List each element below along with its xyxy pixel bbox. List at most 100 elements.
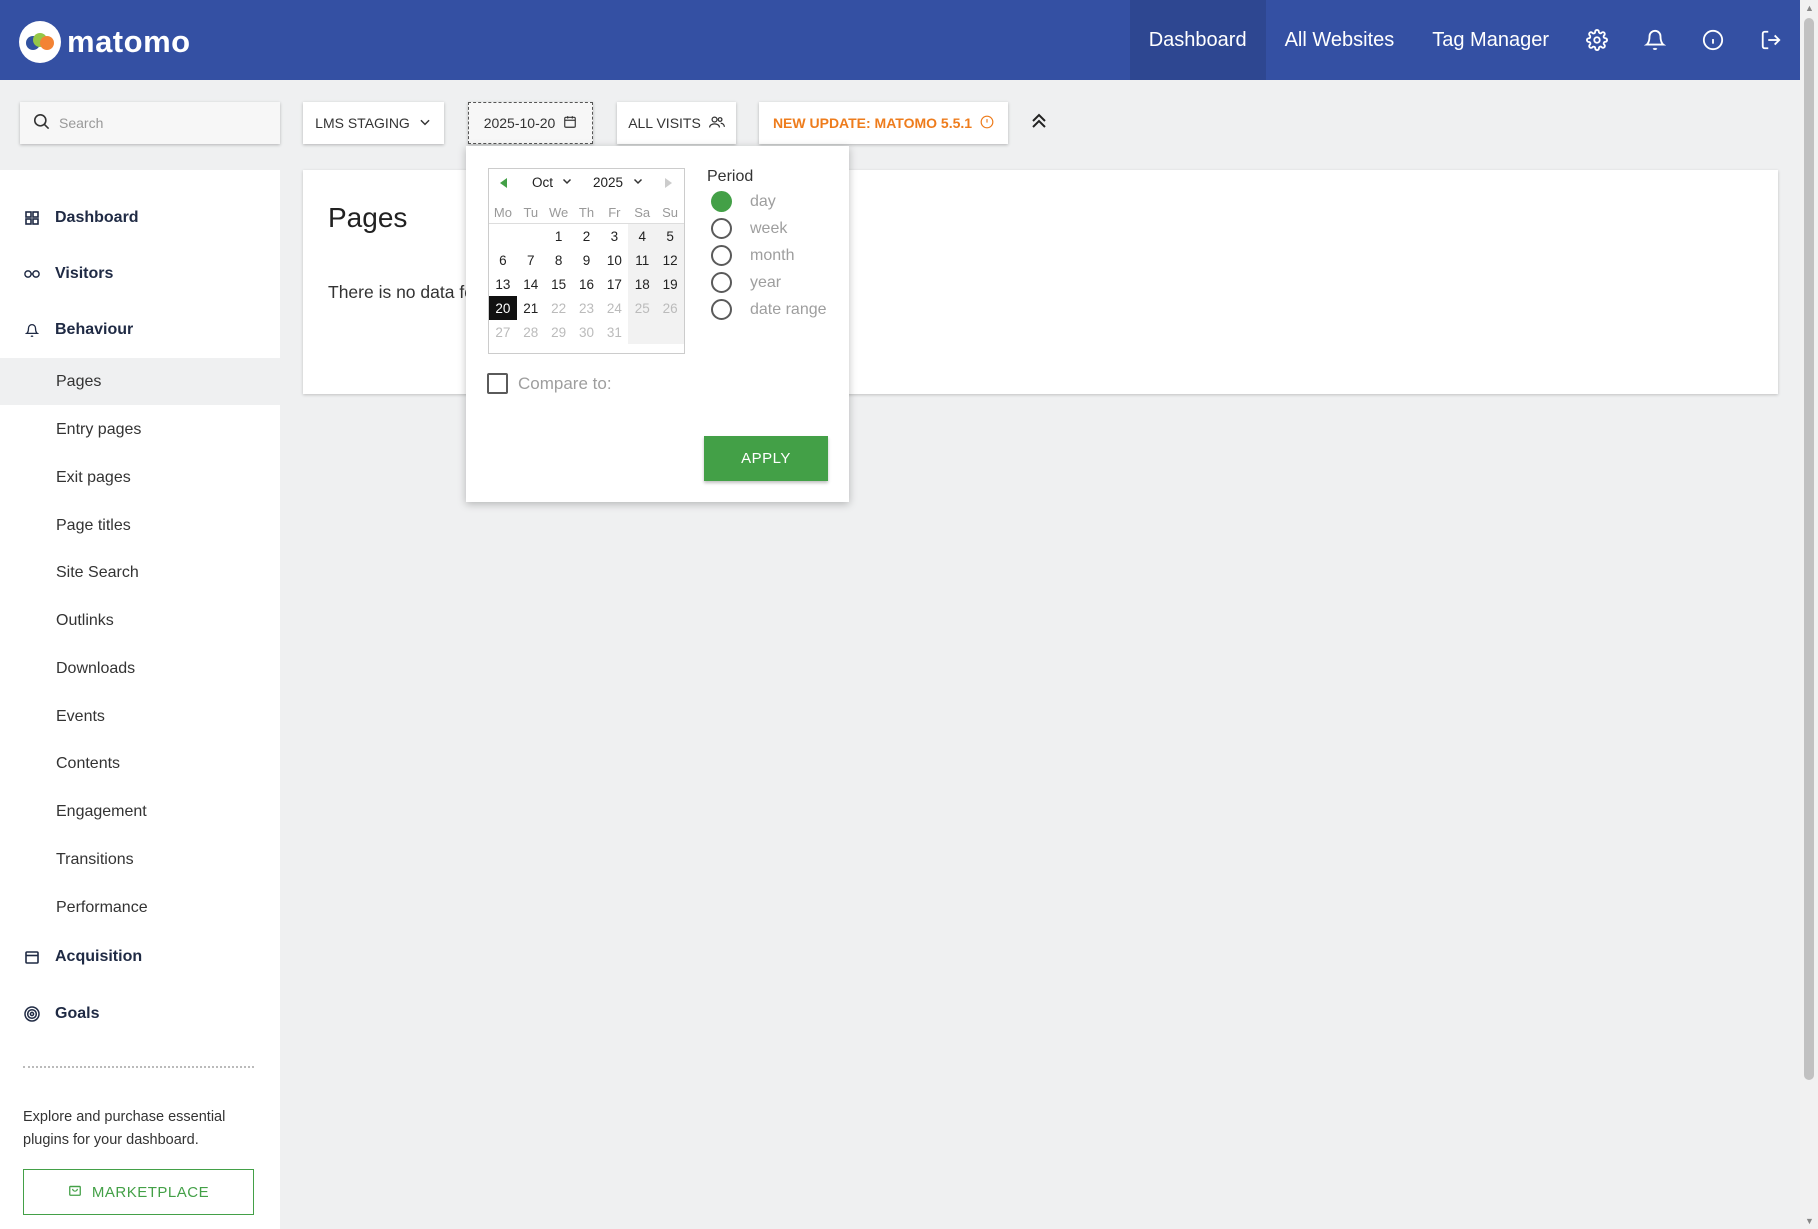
collapse-controls-icon[interactable] (1028, 110, 1050, 132)
site-selector[interactable]: LMS STAGING (303, 102, 444, 144)
calendar-day[interactable]: 12 (656, 248, 685, 272)
sidebar: Dashboard Visitors Behaviour Pages Entry… (0, 170, 280, 1229)
sidebar-divider (23, 1066, 254, 1068)
radio-button[interactable] (711, 299, 732, 320)
weekday-label: Tu (523, 204, 539, 220)
apply-button[interactable]: APPLY (704, 436, 828, 481)
search-input[interactable] (59, 115, 259, 131)
year-select[interactable]: 2025 (593, 175, 644, 190)
radio-button[interactable] (711, 218, 732, 239)
marketplace-button[interactable]: MARKETPLACE (23, 1169, 254, 1215)
month-select[interactable]: Oct (532, 175, 573, 190)
calendar-day[interactable]: 2 (573, 224, 601, 248)
calendar-week-row: 6 7 8 9 10 11 12 (489, 248, 685, 272)
sidebar-category-acquisition[interactable]: Acquisition (0, 937, 280, 977)
sidebar-item-engagement[interactable]: Engagement (0, 788, 280, 835)
calendar-day[interactable]: 15 (545, 272, 573, 296)
period-option-week[interactable]: week (711, 218, 787, 239)
nav-all-websites[interactable]: All Websites (1266, 0, 1414, 80)
calendar-day[interactable]: 5 (656, 224, 685, 248)
calendar-day[interactable]: 4 (628, 224, 657, 248)
calendar-day[interactable]: 7 (517, 248, 545, 272)
sidebar-item-performance[interactable]: Performance (0, 884, 280, 931)
radio-button[interactable] (711, 191, 732, 212)
logo-text: matomo (67, 24, 191, 59)
calendar-header: Oct 2025 (489, 169, 684, 197)
period-option-label: year (750, 273, 782, 291)
calendar-day-selected[interactable]: 20 (489, 296, 517, 320)
sidebar-item-events[interactable]: Events (0, 693, 280, 740)
checkbox-box[interactable] (487, 373, 508, 394)
nav-dashboard[interactable]: Dashboard (1129, 0, 1266, 80)
info-icon[interactable] (1684, 0, 1742, 80)
sidebar-category-label: Visitors (55, 265, 114, 282)
calendar-empty-cell (517, 224, 545, 248)
scroll-down-arrow-icon[interactable]: ▼ (1805, 1216, 1814, 1226)
sidebar-category-dashboard[interactable]: Dashboard (0, 198, 280, 238)
calendar-day[interactable]: 6 (489, 248, 517, 272)
bell-icon[interactable] (1626, 0, 1684, 80)
page-scrollbar[interactable]: ▲ ▼ (1800, 0, 1818, 1229)
chevron-down-icon (418, 115, 432, 132)
prev-month-arrow-icon[interactable] (500, 178, 507, 188)
calendar-day[interactable]: 13 (489, 272, 517, 296)
gear-icon[interactable] (1568, 0, 1626, 80)
calendar-empty-cell (656, 320, 685, 344)
sidebar-item-downloads[interactable]: Downloads (0, 645, 280, 692)
search-box[interactable] (20, 102, 280, 144)
calendar-day-disabled: 22 (551, 300, 567, 316)
compare-to-checkbox[interactable]: Compare to: (487, 373, 612, 394)
radio-button[interactable] (711, 272, 732, 293)
sidebar-item-contents[interactable]: Contents (0, 740, 280, 787)
sidebar-item-outlinks[interactable]: Outlinks (0, 597, 280, 644)
next-month-arrow-icon[interactable] (665, 178, 672, 188)
sidebar-item-site-search[interactable]: Site Search (0, 549, 280, 596)
calendar: Oct 2025 Mo Tu We Th Fr Sa Su 1 2 3 4 5 … (488, 168, 685, 354)
matomo-logo[interactable]: matomo (19, 21, 191, 63)
period-option-month[interactable]: month (711, 245, 794, 266)
glasses-icon (23, 265, 41, 283)
sidebar-item-entry-pages[interactable]: Entry pages (0, 406, 280, 453)
calendar-day-disabled: 31 (606, 324, 622, 340)
sidebar-item-exit-pages[interactable]: Exit pages (0, 454, 280, 501)
radio-button[interactable] (711, 245, 732, 266)
calendar-day-disabled: 30 (578, 324, 595, 340)
sidebar-item-page-titles[interactable]: Page titles (0, 502, 280, 549)
scroll-up-arrow-icon[interactable]: ▲ (1805, 3, 1814, 13)
calendar-day[interactable]: 8 (545, 248, 573, 272)
sidebar-item-pages[interactable]: Pages (0, 358, 280, 405)
calendar-day[interactable]: 19 (656, 272, 685, 296)
sidebar-category-visitors[interactable]: Visitors (0, 254, 280, 294)
period-option-day[interactable]: day (711, 191, 776, 212)
calendar-day-disabled: 26 (656, 296, 685, 320)
matomo-logo-icon (19, 21, 61, 63)
logout-icon[interactable] (1742, 0, 1800, 80)
segment-selector[interactable]: ALL VISITS (617, 102, 736, 144)
calendar-day[interactable]: 11 (628, 248, 657, 272)
nav-tag-manager[interactable]: Tag Manager (1413, 0, 1568, 80)
weekday-label: Fr (608, 204, 621, 220)
weekday-label: We (549, 204, 569, 220)
period-option-date-range[interactable]: date range (711, 299, 827, 320)
calendar-day[interactable]: 17 (600, 272, 628, 296)
calendar-day[interactable]: 18 (628, 272, 657, 296)
sidebar-category-goals[interactable]: Goals (0, 994, 280, 1034)
sidebar-item-transitions[interactable]: Transitions (0, 836, 280, 883)
calendar-day[interactable]: 1 (545, 224, 573, 248)
period-option-year[interactable]: year (711, 272, 781, 293)
calendar-day[interactable]: 21 (517, 296, 545, 320)
top-bar: matomo Dashboard All Websites Tag Manage… (0, 0, 1800, 80)
calendar-day[interactable]: 3 (600, 224, 628, 248)
calendar-day[interactable]: 10 (600, 248, 628, 272)
marketplace-button-label: MARKETPLACE (91, 1183, 210, 1201)
period-option-label: day (750, 192, 776, 210)
date-selector[interactable]: 2025-10-20 (468, 102, 593, 144)
sidebar-category-behaviour[interactable]: Behaviour (0, 310, 280, 350)
calendar-day[interactable]: 9 (573, 248, 601, 272)
update-notice-button[interactable]: NEW UPDATE: MATOMO 5.5.1 (759, 102, 1008, 144)
marketplace-promo-text: Explore and purchase essential plugins f… (23, 1109, 226, 1148)
chevron-down-icon (632, 175, 644, 190)
calendar-day[interactable]: 14 (517, 272, 545, 296)
scrollbar-thumb[interactable] (1804, 18, 1814, 1080)
calendar-day[interactable]: 16 (573, 272, 601, 296)
